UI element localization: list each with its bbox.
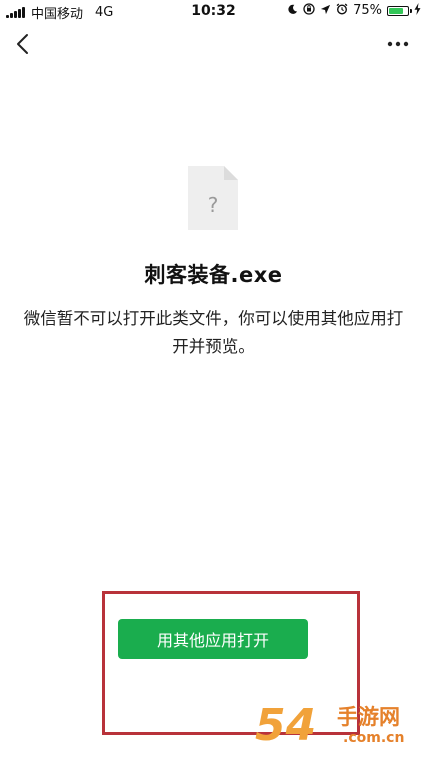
status-bar-right: 75%: [287, 3, 421, 18]
watermark-url: .com.cn: [343, 730, 405, 746]
battery-icon: [387, 5, 412, 16]
watermark-brand: 手游网: [337, 705, 400, 729]
charging-icon: [414, 3, 421, 18]
open-with-other-app-button[interactable]: 用其他应用打开: [118, 619, 308, 659]
unknown-file-icon: ?: [188, 166, 238, 230]
orientation-lock-icon: [303, 3, 315, 18]
battery-percent: 75%: [353, 3, 382, 18]
unsupported-file-message: 微信暂不可以打开此类文件，你可以使用其他应用打开并预览。: [23, 309, 404, 356]
battery-level-fill: [389, 7, 403, 14]
site-watermark: 54 手游网 .com.cn: [255, 701, 423, 755]
chevron-left-icon: [17, 34, 28, 54]
question-mark-glyph: ?: [208, 193, 219, 217]
back-button[interactable]: [10, 30, 38, 58]
more-dots-icon: [387, 41, 409, 47]
file-name: 刺客装备.exe: [144, 263, 283, 287]
more-options-button[interactable]: [383, 30, 413, 58]
status-bar: 中国移动 4G 10:32 75%: [0, 0, 427, 22]
navigation-bar: [0, 22, 427, 66]
watermark-digits: 54: [255, 700, 317, 751]
moon-icon: [287, 4, 298, 18]
location-icon: [320, 4, 331, 18]
alarm-icon: [336, 3, 348, 18]
